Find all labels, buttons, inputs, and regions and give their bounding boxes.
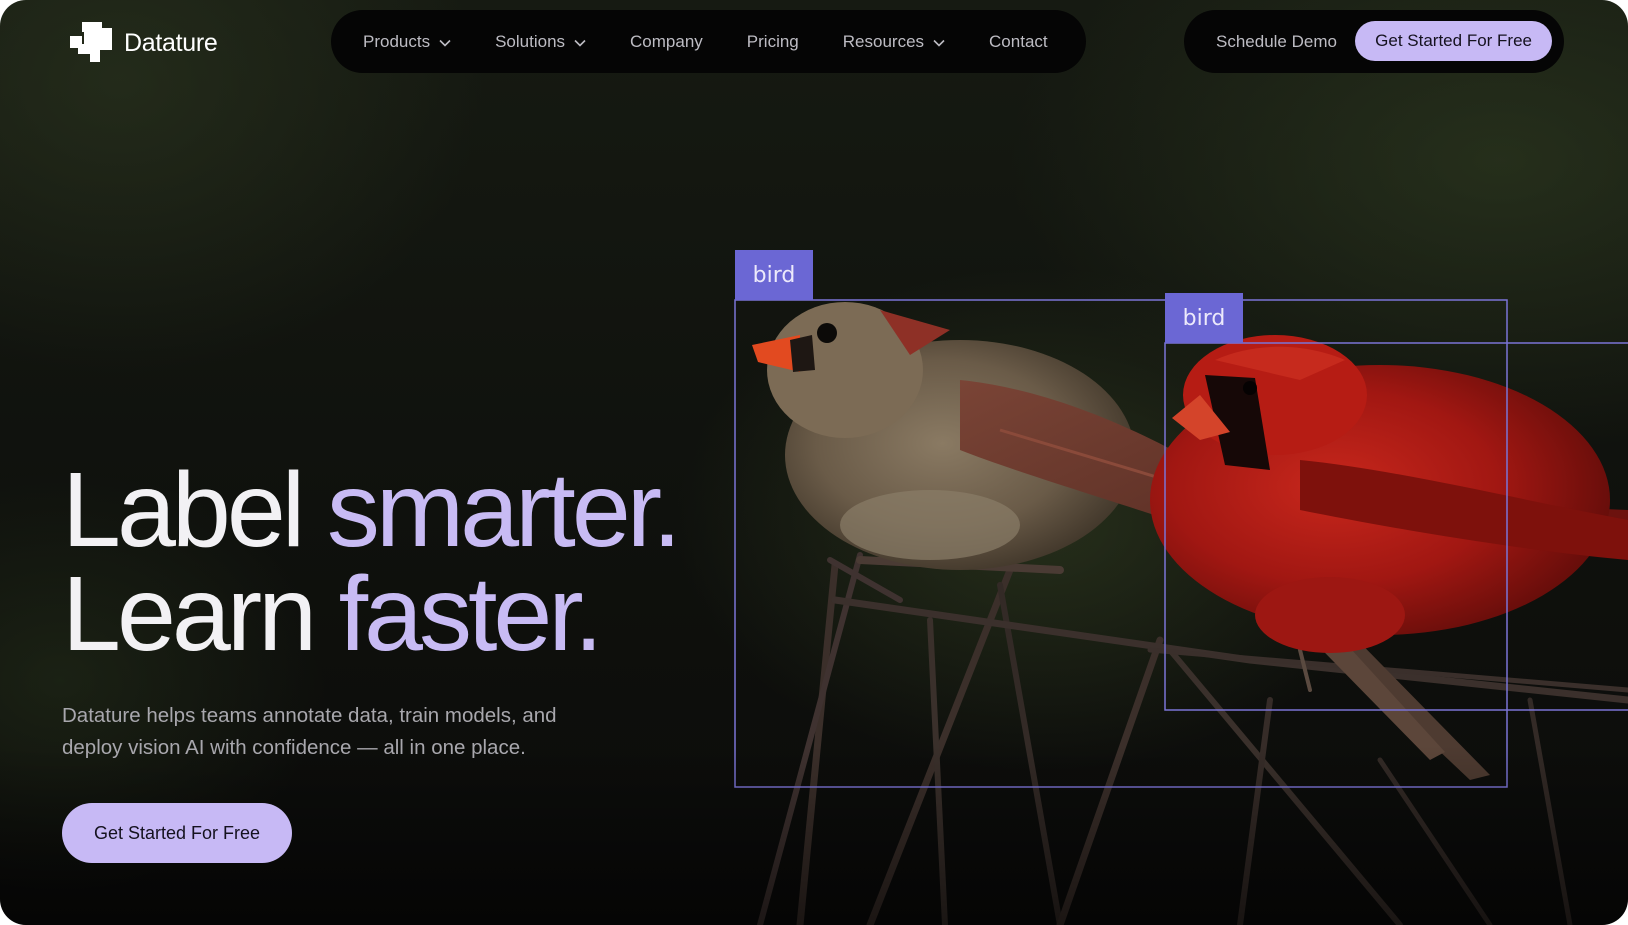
main-nav: Products Solutions Company Pricing Resou… [331, 10, 1086, 73]
nav-item-label: Products [363, 31, 431, 51]
hero-subtitle: Datature helps teams annotate data, trai… [62, 704, 557, 759]
nav-item-resources[interactable]: Resources [843, 32, 945, 52]
headline-line-1: Label smarter. [62, 457, 682, 563]
chevron-down-icon [933, 39, 945, 47]
nav-item-contact[interactable]: Contact [989, 32, 1048, 52]
nav-item-label: Pricing [746, 31, 799, 51]
nav-item-company[interactable]: Company [630, 32, 703, 52]
nav-item-label: Contact [989, 31, 1048, 51]
nav-item-label: Resources [842, 31, 925, 51]
headline-word-label: Label [62, 451, 327, 569]
brand-name: Datature [124, 28, 218, 57]
chevron-down-icon [574, 39, 586, 47]
get-started-header-button[interactable]: Get Started For Free [1355, 21, 1552, 61]
headline-line-2: Learn faster. [62, 561, 678, 667]
brand-logo[interactable]: Datature [68, 20, 218, 66]
header-cta-group: Schedule Demo Get Started For Free [1184, 10, 1564, 73]
nav-item-label: Company [630, 31, 703, 51]
get-started-hero-button[interactable]: Get Started For Free [62, 803, 292, 863]
headline-word-learn: Learn [62, 555, 339, 673]
male-cardinal [1150, 335, 1628, 653]
headline-word-smarter: smarter. [326, 451, 682, 569]
nav-item-products[interactable]: Products [363, 32, 451, 52]
chevron-down-icon [439, 39, 451, 47]
datature-logo-icon [70, 22, 112, 62]
schedule-demo-link[interactable]: Schedule Demo [1216, 32, 1337, 52]
headline-word-faster: faster. [338, 555, 604, 673]
detection-label-female: bird [735, 250, 813, 300]
detection-label-male: bird [1165, 293, 1243, 343]
nav-item-pricing[interactable]: Pricing [747, 32, 799, 52]
nav-item-label: Solutions [495, 31, 566, 51]
hero-section: bird bird Datature Products Solutions Co… [0, 0, 1628, 925]
nav-item-solutions[interactable]: Solutions [495, 32, 586, 52]
hero-headline: Label smarter. Learn faster. [62, 457, 682, 667]
